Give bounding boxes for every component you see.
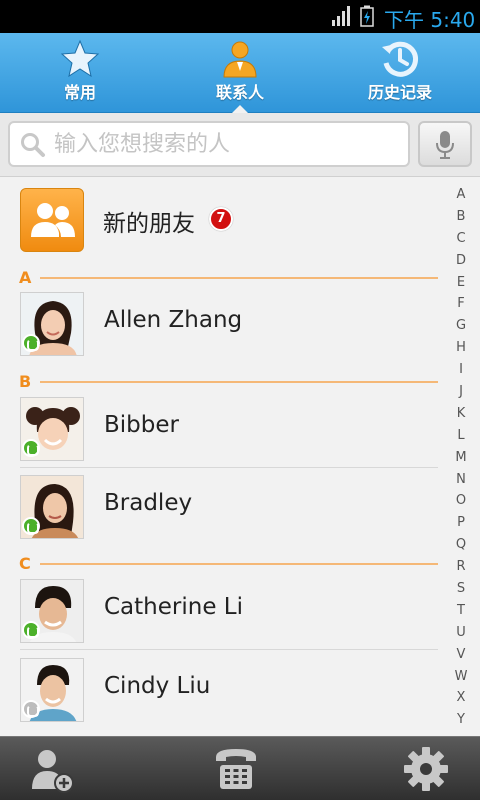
battery-charging-icon [360, 5, 374, 27]
settings-gear-icon [404, 747, 448, 791]
index-letter-w[interactable]: W [446, 666, 476, 688]
contact-name: Allen Zhang [104, 307, 243, 333]
phone-dialpad-icon [216, 749, 256, 789]
add-contact-icon [32, 750, 74, 793]
add-contact-button[interactable] [28, 745, 76, 793]
index-letter-y[interactable]: Y [446, 709, 476, 731]
history-clock-icon [382, 41, 419, 77]
index-letter-u[interactable]: U [446, 622, 476, 644]
section-divider [40, 381, 438, 383]
person-icon [223, 41, 257, 78]
online-status-icon [22, 439, 40, 457]
bottom-toolbar [0, 736, 480, 800]
index-letter-b[interactable]: B [446, 206, 476, 228]
index-letter-j[interactable]: J [446, 381, 476, 403]
search-box[interactable] [8, 121, 410, 167]
signal-icon [332, 6, 350, 26]
tab-favorites-label: 常用 [63, 83, 96, 102]
index-letter-x[interactable]: X [446, 687, 476, 709]
contact-row[interactable]: Cindy Liu [0, 651, 446, 729]
index-letter-e[interactable]: E [446, 272, 476, 294]
dialpad-button[interactable] [212, 745, 260, 793]
index-letter-i[interactable]: I [446, 359, 476, 381]
tab-favorites[interactable]: 常用 [0, 33, 160, 113]
index-letter-a[interactable]: A [446, 184, 476, 206]
contact-row[interactable]: Allen Zhang [0, 285, 446, 363]
online-status-icon [22, 621, 40, 639]
index-letter-f[interactable]: F [446, 293, 476, 315]
settings-button[interactable] [402, 745, 450, 793]
tab-history[interactable]: 历史记录 [320, 33, 480, 113]
row-divider [20, 649, 438, 650]
status-bar: 下午 5:40 [0, 0, 480, 33]
index-letter-c[interactable]: C [446, 228, 476, 250]
contact-name: Bibber [104, 412, 179, 438]
search-row [0, 113, 480, 177]
index-letter-g[interactable]: G [446, 315, 476, 337]
index-letter-k[interactable]: K [446, 403, 476, 425]
group-people-icon [20, 188, 84, 252]
index-letter-h[interactable]: H [446, 337, 476, 359]
contact-name: Catherine Li [104, 594, 243, 620]
index-letter-v[interactable]: V [446, 644, 476, 666]
notification-badge: 7 [209, 207, 233, 231]
new-friends-item[interactable]: 新的朋友 7 [0, 178, 446, 266]
index-letter-o[interactable]: O [446, 490, 476, 512]
section-header-b: B [0, 372, 446, 392]
online-status-icon [22, 517, 40, 535]
index-letter-m[interactable]: M [446, 447, 476, 469]
index-letter-t[interactable]: T [446, 600, 476, 622]
section-divider [40, 563, 438, 565]
microphone-icon [436, 131, 454, 159]
search-input[interactable] [54, 127, 404, 161]
offline-status-icon [22, 700, 40, 718]
index-letter-r[interactable]: R [446, 556, 476, 578]
section-header-c: C [0, 554, 446, 574]
clock-time: 下午 5:40 [384, 8, 476, 32]
contact-list[interactable]: 新的朋友 7 A Allen Zhang B Bibber Bradley C … [0, 178, 446, 735]
contact-row[interactable]: Bradley [0, 468, 446, 546]
star-icon [60, 39, 100, 78]
new-friends-label: 新的朋友 [103, 211, 195, 237]
tab-history-label: 历史记录 [367, 83, 432, 102]
index-letter-s[interactable]: S [446, 578, 476, 600]
index-letter-l[interactable]: L [446, 425, 476, 447]
contact-name: Cindy Liu [104, 673, 211, 699]
search-icon [21, 133, 45, 157]
tab-contacts-label: 联系人 [215, 83, 264, 102]
contact-name: Bradley [104, 490, 193, 516]
tab-bar: 常用 联系人 历史记录 [0, 33, 480, 114]
index-letter-p[interactable]: P [446, 512, 476, 534]
index-letter-n[interactable]: N [446, 469, 476, 491]
alphabet-index[interactable]: A B C D E F G H I J K L M N O P Q R S T … [446, 184, 476, 732]
contact-row[interactable]: Catherine Li [0, 572, 446, 650]
index-letter-d[interactable]: D [446, 250, 476, 272]
online-status-icon [22, 334, 40, 352]
section-divider [40, 277, 438, 279]
voice-search-button[interactable] [418, 121, 472, 167]
index-letter-q[interactable]: Q [446, 534, 476, 556]
section-letter: C [19, 554, 31, 573]
tab-contacts[interactable]: 联系人 [160, 33, 320, 114]
section-letter: B [19, 372, 32, 391]
contact-row[interactable]: Bibber [0, 390, 446, 468]
